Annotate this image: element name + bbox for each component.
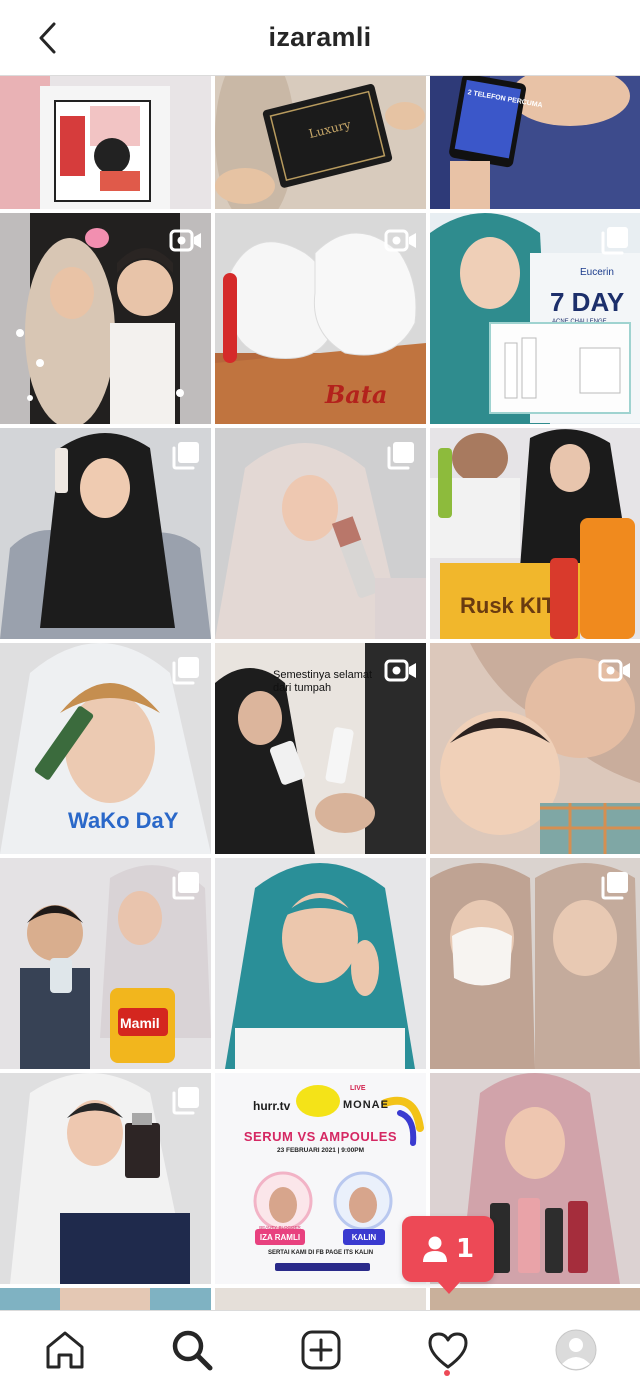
post-tile[interactable] [430, 643, 640, 854]
carousel-icon [172, 872, 199, 900]
carousel-icon [172, 657, 199, 685]
svg-text:7 DAY: 7 DAY [550, 287, 624, 317]
poster-headline: SERUM VS AMPOULES [243, 1129, 398, 1144]
person-icon [422, 1236, 447, 1262]
notification-count: 1 [455, 1234, 475, 1264]
video-camera-icon [169, 229, 201, 252]
svg-text:WaKo DaY: WaKo DaY [68, 808, 179, 833]
plus-square-icon [301, 1330, 341, 1370]
poster-guest-left-role: BEAUTY BLOGGER [259, 1225, 301, 1230]
svg-text:Bata: Bata [324, 380, 387, 409]
post-tile[interactable] [215, 858, 426, 1069]
carousel-icon [601, 872, 628, 900]
carousel-icon [172, 1087, 199, 1115]
post-tile[interactable]: hurr.tv MONAE LIVE SERUM VS AMPOULES 23 … [215, 1073, 426, 1284]
svg-text:Mamil: Mamil [120, 1015, 160, 1031]
post-tile[interactable] [0, 76, 211, 209]
post-tile[interactable]: WaKo DaY [0, 643, 211, 854]
poster-live-label: LIVE [350, 1085, 366, 1092]
video-camera-icon [598, 659, 630, 682]
follow-notification-bubble[interactable]: 1 [402, 1216, 494, 1294]
nav-new-post-button[interactable] [296, 1325, 346, 1375]
nav-activity-button[interactable] [423, 1325, 473, 1375]
carousel-icon [601, 227, 628, 255]
search-icon [172, 1330, 213, 1371]
post-tile[interactable]: Luxury [215, 76, 426, 209]
top-bar: izaramli [0, 0, 640, 76]
poster-guest-right-name: KALIN [351, 1233, 377, 1242]
avatar-icon [555, 1329, 597, 1371]
video-camera-icon [384, 229, 416, 252]
poster-guest-left-name: IZA RAMLI [259, 1233, 301, 1242]
activity-indicator-dot [444, 1370, 450, 1376]
back-button[interactable] [28, 18, 68, 58]
posts-grid: Luxury 2 TELEFON PERCUMA Bata Eucerin 7 … [0, 76, 640, 1310]
profile-username-title: izaramli [268, 22, 372, 52]
post-tile[interactable] [215, 1288, 426, 1310]
nav-search-button[interactable] [167, 1325, 217, 1375]
bottom-navigation-bar [0, 1310, 640, 1386]
post-tile[interactable]: Rusk KIT [430, 428, 640, 639]
carousel-icon [387, 442, 414, 470]
svg-text:Rusk KIT: Rusk KIT [460, 593, 556, 618]
post-tile[interactable]: Eucerin 7 DAY ACNE CHALLENGE [430, 213, 640, 424]
post-tile[interactable] [215, 428, 426, 639]
post-tile[interactable] [0, 1073, 211, 1284]
home-icon [46, 1331, 84, 1369]
post-tile[interactable]: Mamil [0, 858, 211, 1069]
post-tile[interactable] [0, 1288, 211, 1310]
carousel-icon [172, 442, 199, 470]
post-tile[interactable]: 2 TELEFON PERCUMA [430, 76, 640, 209]
poster-footer: SERTAI KAMI DI FB PAGE ITS KALIN [267, 1250, 374, 1256]
svg-text:Eucerin: Eucerin [580, 267, 614, 278]
post-tile[interactable] [430, 1288, 640, 1310]
post-caption-overlay: Semestinya selamat dari tumpah [273, 669, 373, 694]
post-tile[interactable] [0, 428, 211, 639]
poster-brand-left: hurr.tv [253, 1099, 291, 1113]
poster-date: 23 FEBRUARI 2021 | 9:00PM [276, 1147, 365, 1154]
nav-profile-button[interactable] [551, 1325, 601, 1375]
post-tile[interactable] [0, 213, 211, 424]
heart-icon [428, 1332, 468, 1369]
chevron-left-icon [39, 22, 56, 54]
nav-home-button[interactable] [40, 1325, 90, 1375]
video-camera-icon [384, 659, 416, 682]
poster-brand-right: MONAE [343, 1099, 389, 1111]
post-tile[interactable] [430, 858, 640, 1069]
post-tile[interactable]: Semestinya selamat dari tumpah [215, 643, 426, 854]
post-tile[interactable]: Bata [215, 213, 426, 424]
